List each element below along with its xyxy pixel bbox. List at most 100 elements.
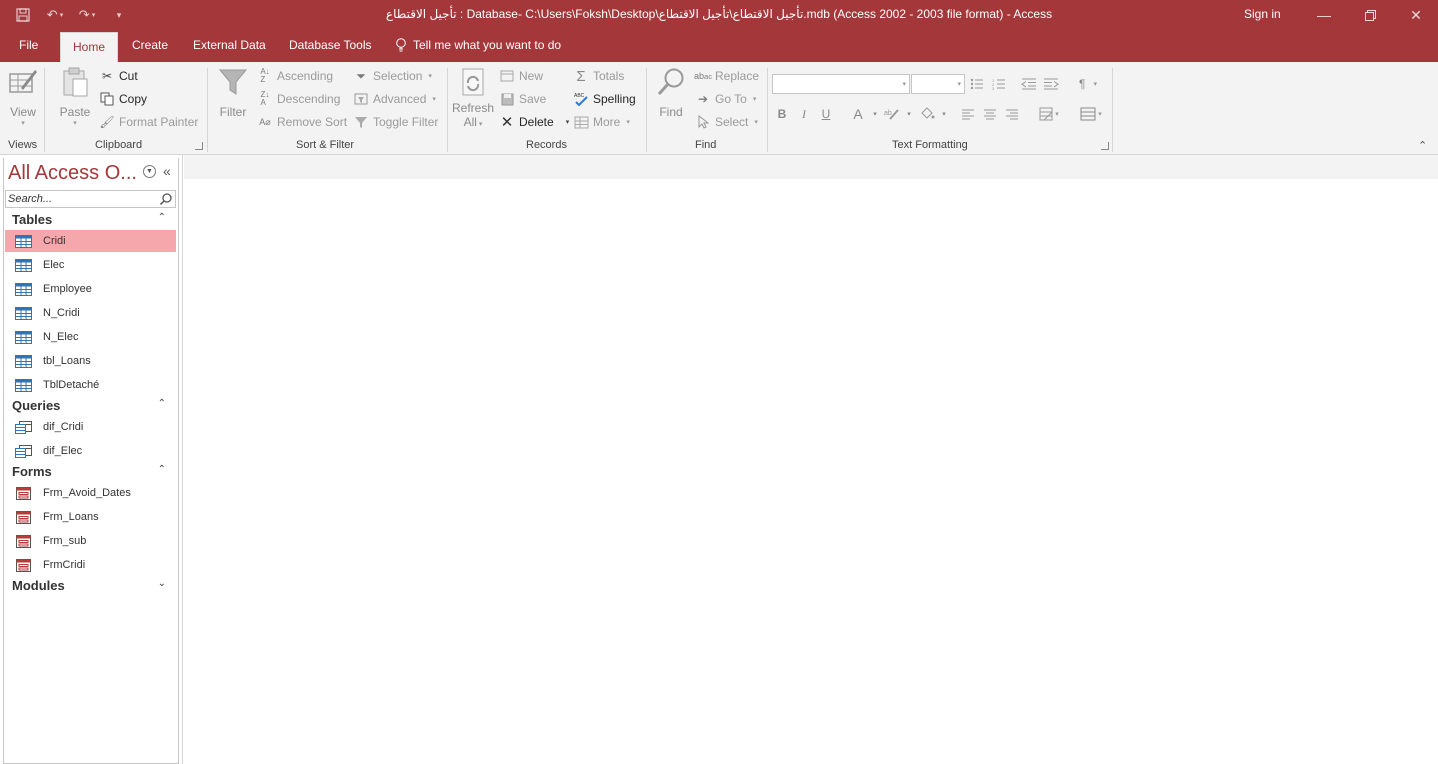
shutter-bar-close-icon[interactable]: « bbox=[163, 163, 171, 179]
nav-group-queries[interactable]: Queries ⌃ bbox=[5, 396, 176, 416]
gridlines-icon[interactable]: ▾ bbox=[1076, 105, 1106, 123]
form-icon bbox=[16, 486, 31, 500]
remove-sort-button[interactable]: A⌀ Remove Sort bbox=[257, 112, 347, 132]
toggle-filter-icon bbox=[353, 114, 369, 130]
nav-item-form[interactable]: Frm_sub bbox=[5, 530, 176, 552]
ascending-button[interactable]: A↓ Z Ascending bbox=[257, 66, 333, 86]
nav-item-table[interactable]: tbl_Loans bbox=[5, 350, 176, 372]
minimize-icon[interactable]: — bbox=[1301, 0, 1347, 30]
nav-item-form[interactable]: FrmCridi bbox=[5, 554, 176, 576]
align-right-icon[interactable] bbox=[1003, 105, 1021, 123]
refresh-all-button[interactable]: Refresh All ▾ bbox=[452, 66, 494, 129]
nav-item-table[interactable]: Employee bbox=[5, 278, 176, 300]
font-size-combo[interactable]: ▾ bbox=[911, 74, 965, 94]
nav-item-label: N_Cridi bbox=[43, 307, 80, 319]
nav-item-query[interactable]: dif_Cridi bbox=[5, 416, 176, 438]
search-icon[interactable] bbox=[159, 192, 173, 206]
restore-icon[interactable] bbox=[1347, 0, 1393, 30]
save-record-button[interactable]: Save bbox=[499, 89, 546, 109]
filter-button[interactable]: Filter bbox=[217, 66, 249, 119]
highlight-dropdown-icon[interactable]: ▾ bbox=[900, 105, 918, 123]
views-group-label: Views bbox=[8, 139, 38, 151]
copy-button[interactable]: Copy bbox=[99, 89, 147, 109]
bold-button[interactable]: B bbox=[773, 105, 791, 123]
highlight-icon[interactable]: ab bbox=[883, 105, 901, 123]
align-center-icon[interactable] bbox=[981, 105, 999, 123]
descending-button[interactable]: Z↓ A Descending bbox=[257, 89, 341, 109]
paragraph-direction-icon[interactable]: ¶ ▾ bbox=[1073, 75, 1103, 93]
nav-group-modules[interactable]: Modules ⌄ bbox=[5, 576, 176, 596]
collapse-chevron-icon[interactable]: ⌃ bbox=[158, 212, 166, 223]
remove-sort-icon: A⌀ bbox=[259, 116, 271, 127]
go-to-button[interactable]: ➔ Go To ▾ bbox=[695, 89, 756, 109]
font-color-button[interactable]: A bbox=[849, 105, 867, 123]
selection-button[interactable]: ⏷ Selection ▾ bbox=[353, 66, 432, 86]
nav-menu-dropdown-icon[interactable]: ▼ bbox=[143, 165, 156, 178]
advanced-label: Advanced bbox=[373, 92, 427, 106]
paste-button[interactable]: Paste ▾ bbox=[59, 66, 91, 127]
nav-item-form[interactable]: Frm_Loans bbox=[5, 506, 176, 528]
bullets-icon[interactable] bbox=[968, 75, 986, 93]
nav-item-table[interactable]: Elec bbox=[5, 254, 176, 276]
collapse-chevron-icon[interactable]: ⌃ bbox=[158, 398, 166, 409]
nav-item-query[interactable]: dif_Elec bbox=[5, 440, 176, 462]
italic-button[interactable]: I bbox=[795, 105, 813, 123]
cut-button[interactable]: ✂ Cut bbox=[99, 66, 138, 86]
nav-item-label: Cridi bbox=[43, 235, 66, 247]
numbering-icon[interactable]: 123 bbox=[990, 75, 1008, 93]
nav-item-label: N_Elec bbox=[43, 331, 79, 343]
tab-external-data[interactable]: External Data bbox=[193, 38, 266, 52]
tab-file[interactable]: File bbox=[19, 38, 38, 52]
svg-text:3: 3 bbox=[992, 86, 995, 90]
totals-button[interactable]: Σ Totals bbox=[573, 66, 624, 86]
title-bar: ↶ ▾ ↷ ▾ ▾ تأجيل الاقتطاع : Database- C:\Us… bbox=[0, 0, 1438, 30]
tab-home[interactable]: Home bbox=[60, 32, 119, 62]
nav-group-tables[interactable]: Tables ⌃ bbox=[5, 210, 176, 230]
format-painter-button[interactable]: 🖌 Format Painter bbox=[99, 112, 198, 132]
more-button[interactable]: More ▾ bbox=[573, 112, 630, 132]
replace-button[interactable]: ab ac Replace bbox=[694, 66, 760, 86]
expand-chevron-icon[interactable]: ⌄ bbox=[158, 578, 166, 589]
background-color-icon[interactable] bbox=[918, 105, 936, 123]
text-formatting-group-label: Text Formatting bbox=[892, 139, 968, 151]
spelling-button[interactable]: ABC Spelling bbox=[573, 89, 636, 109]
tell-me-box[interactable]: Tell me what you want to do bbox=[395, 38, 561, 52]
arrow-right-icon: ➔ bbox=[697, 92, 709, 106]
text-formatting-launcher-icon[interactable] bbox=[1101, 142, 1109, 150]
refresh-all-label: All bbox=[463, 115, 477, 129]
collapse-chevron-icon[interactable]: ⌃ bbox=[158, 464, 166, 475]
toggle-filter-button[interactable]: Toggle Filter bbox=[353, 112, 438, 132]
nav-item-table[interactable]: N_Cridi bbox=[5, 302, 176, 324]
background-color-dropdown-icon[interactable]: ▾ bbox=[935, 105, 953, 123]
new-record-button[interactable]: New bbox=[499, 66, 543, 86]
font-color-dropdown-icon[interactable]: ▾ bbox=[866, 105, 884, 123]
close-icon[interactable]: ✕ bbox=[1393, 0, 1438, 30]
select-button[interactable]: Select ▾ bbox=[695, 112, 758, 132]
nav-item-table[interactable]: TblDetaché bbox=[5, 374, 176, 396]
advanced-button[interactable]: Advanced ▾ bbox=[353, 89, 436, 109]
view-icon bbox=[9, 70, 37, 93]
collapse-ribbon-icon[interactable]: ⌃ bbox=[1418, 139, 1427, 152]
underline-button[interactable]: U bbox=[817, 105, 835, 123]
increase-indent-icon[interactable] bbox=[1042, 75, 1060, 93]
decrease-indent-icon[interactable] bbox=[1020, 75, 1038, 93]
delete-button[interactable]: ✕ Delete ▾ bbox=[499, 112, 570, 132]
nav-pane-title[interactable]: All Access O... bbox=[8, 162, 137, 185]
tab-database-tools[interactable]: Database Tools bbox=[289, 38, 372, 52]
font-name-combo[interactable]: ▾ bbox=[772, 74, 910, 94]
alternate-row-color-icon[interactable]: ▾ bbox=[1034, 105, 1064, 123]
replace-label: Replace bbox=[715, 69, 760, 83]
align-left-icon[interactable] bbox=[959, 105, 977, 123]
nav-search-input[interactable] bbox=[6, 191, 156, 207]
nav-group-forms[interactable]: Forms ⌃ bbox=[5, 462, 176, 482]
nav-item-label: dif_Cridi bbox=[43, 421, 84, 433]
selection-filter-icon: ⏷ bbox=[356, 68, 366, 83]
nav-item-table[interactable]: Cridi bbox=[5, 230, 176, 252]
clipboard-launcher-icon[interactable] bbox=[195, 142, 203, 150]
find-button[interactable]: Find bbox=[655, 66, 687, 119]
tab-create[interactable]: Create bbox=[132, 38, 168, 52]
nav-item-table[interactable]: N_Elec bbox=[5, 326, 176, 348]
sign-in-link[interactable]: Sign in bbox=[1244, 7, 1281, 21]
view-button[interactable]: View ▾ bbox=[7, 66, 39, 127]
nav-item-form[interactable]: Frm_Avoid_Dates bbox=[5, 482, 176, 504]
